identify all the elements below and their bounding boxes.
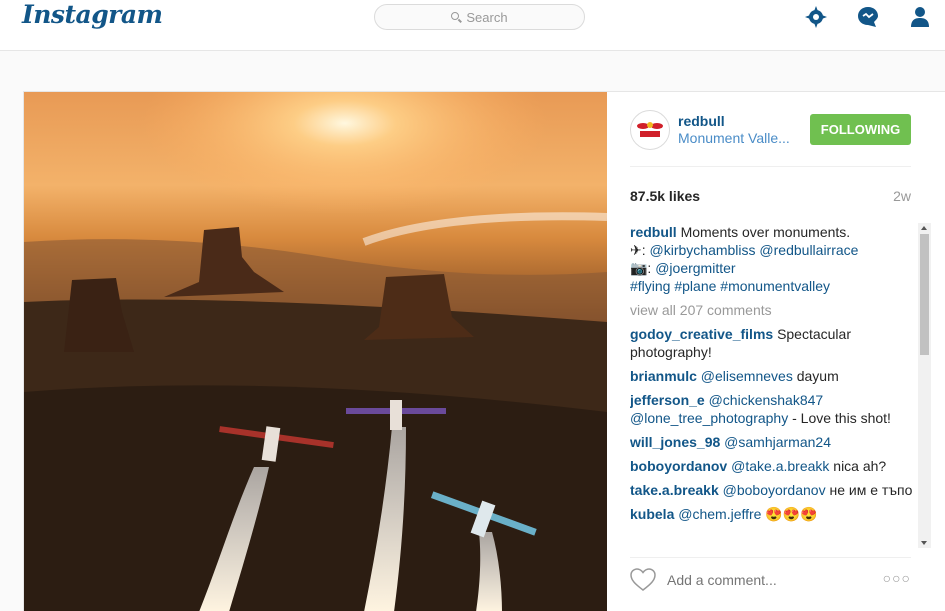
redbull-logo-icon <box>637 122 663 137</box>
scroll-thumb[interactable] <box>920 234 929 355</box>
activity-icon[interactable] <box>857 6 879 28</box>
post-card: redbull Monument Valle... FOLLOWING 87.5… <box>23 91 945 611</box>
comment-user[interactable]: boboyordanov <box>630 458 727 474</box>
plane-emoji: ✈: <box>630 242 650 258</box>
more-options-icon[interactable]: ○○○ <box>883 570 911 586</box>
comment-text: - Love this shot! <box>792 410 891 426</box>
comment-row: jefferson_e @chickenshak847 @lone_tree_p… <box>630 391 922 427</box>
comment-row: brianmulc @elisemneves dayum <box>630 367 922 385</box>
post-header: redbull Monument Valle... FOLLOWING <box>630 92 911 167</box>
comment-mention[interactable]: @chem.jeffre <box>678 506 761 522</box>
post-location[interactable]: Monument Valle... <box>678 130 790 146</box>
post-sidebar: redbull Monument Valle... FOLLOWING 87.5… <box>608 92 945 611</box>
hashtags[interactable]: #flying #plane #monumentvalley <box>630 278 830 294</box>
profile-icon[interactable] <box>909 6 931 28</box>
add-comment-input[interactable] <box>667 572 867 588</box>
heart-icon[interactable] <box>630 568 656 592</box>
instagram-logo[interactable]: Instagram <box>22 0 163 29</box>
comment-row: godoy_creative_films Spectacular photogr… <box>630 325 922 361</box>
mention-link[interactable]: @kirbychambliss <box>650 242 756 258</box>
comment-row: boboyordanov @take.a.breakk nica ah? <box>630 457 922 475</box>
scroll-down-arrow[interactable] <box>921 541 927 545</box>
comment-row: will_jones_98 @samhjarman24 <box>630 433 922 451</box>
comment-mention[interactable]: @boboyordanov <box>723 482 826 498</box>
search-input[interactable]: Search <box>374 4 585 30</box>
post-time[interactable]: 2w <box>893 188 911 204</box>
search-placeholder: Search <box>466 9 508 25</box>
post-owner-username[interactable]: redbull <box>678 113 725 129</box>
mention-link[interactable]: @joergmitter <box>655 260 735 276</box>
avatar[interactable] <box>630 110 670 150</box>
search-icon <box>451 12 460 20</box>
camera-emoji: 📷: <box>630 260 656 276</box>
mention-link[interactable]: @redbullairrace <box>759 242 858 258</box>
comment-user[interactable]: kubela <box>630 506 674 522</box>
post-photo[interactable] <box>24 92 607 611</box>
top-nav: Instagram Search <box>0 0 945 51</box>
comment-user[interactable]: brianmulc <box>630 368 697 384</box>
likes-count[interactable]: 87.5k likes <box>630 188 700 204</box>
comments-list: redbull Moments over monuments. ✈: @kirb… <box>630 223 922 548</box>
comment-text: 😍😍😍 <box>765 506 818 522</box>
comment-row: kubela @chem.jeffre 😍😍😍 <box>630 505 922 523</box>
comment-user[interactable]: take.a.breakk <box>630 482 719 498</box>
comment-mention[interactable]: @samhjarman24 <box>724 434 831 450</box>
caption: redbull Moments over monuments. ✈: @kirb… <box>630 223 922 295</box>
view-all-comments-link[interactable]: view all 207 comments <box>630 301 922 319</box>
comment-text: dayum <box>796 368 839 384</box>
comment-mention[interactable]: @elisemneves <box>701 368 793 384</box>
following-button[interactable]: FOLLOWING <box>810 114 911 145</box>
caption-text: Moments over monuments. <box>680 224 851 240</box>
comment-text: nica ah? <box>833 458 887 474</box>
comment-row: take.a.breakk @boboyordanov не им е тъпо <box>630 481 922 499</box>
comment-user[interactable]: will_jones_98 <box>630 434 720 450</box>
add-comment-bar: ○○○ <box>630 557 911 611</box>
comment-user[interactable]: jefferson_e <box>630 392 705 408</box>
comment-user[interactable]: godoy_creative_films <box>630 326 773 342</box>
comments-scrollbar[interactable] <box>918 223 931 548</box>
comment-text: не им е тъпо <box>829 482 913 498</box>
scroll-up-arrow[interactable] <box>921 226 927 230</box>
caption-user[interactable]: redbull <box>630 224 677 240</box>
comment-mention[interactable]: @take.a.breakk <box>731 458 829 474</box>
explore-icon[interactable] <box>805 6 827 28</box>
